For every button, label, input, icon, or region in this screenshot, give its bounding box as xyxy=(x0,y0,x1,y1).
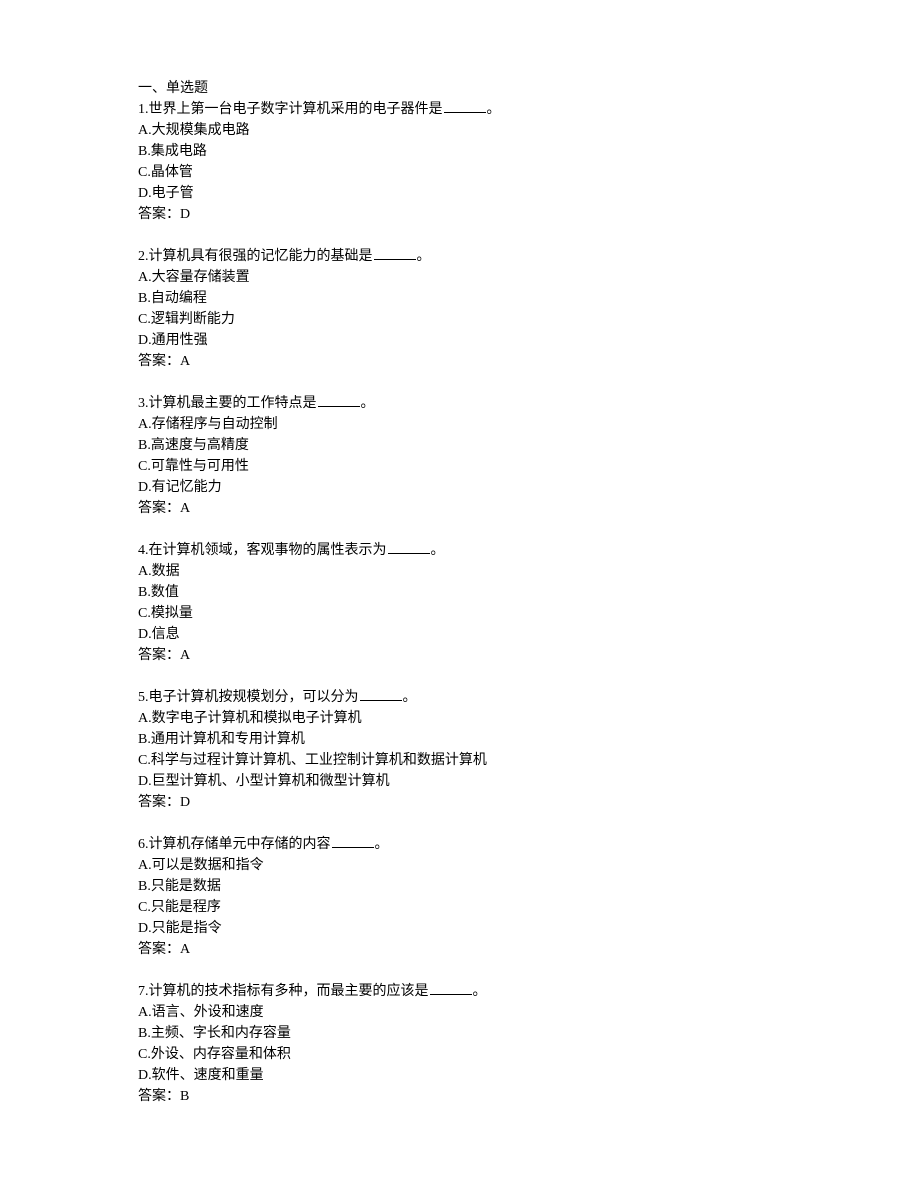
option: C.模拟量 xyxy=(138,603,920,624)
answer-label: 答案： xyxy=(138,1089,180,1104)
option: A.可以是数据和指令 xyxy=(138,855,920,876)
option: B.只能是数据 xyxy=(138,876,920,897)
stem-text-after: 。 xyxy=(487,102,501,117)
answer-value: D xyxy=(180,795,190,810)
fill-blank xyxy=(332,834,374,848)
question-number: 3. xyxy=(138,396,149,411)
question-block: 5.电子计算机按规模划分，可以分为 。 A.数字电子计算机和模拟电子计算机B.通用计… xyxy=(138,687,920,813)
question-block: 6.计算机存储单元中存储的内容 。 A.可以是数据和指令B.只能是数据C.只能是程序… xyxy=(138,834,920,960)
answer-label: 答案： xyxy=(138,942,180,957)
stem-text-before: 在计算机领域，客观事物的属性表示为 xyxy=(149,543,387,558)
option: D.电子管 xyxy=(138,183,920,204)
question-stem: 6.计算机存储单元中存储的内容 。 xyxy=(138,834,920,855)
answer-label: 答案： xyxy=(138,501,180,516)
fill-blank xyxy=(374,246,416,260)
option: A.数字电子计算机和模拟电子计算机 xyxy=(138,708,920,729)
fill-blank xyxy=(318,393,360,407)
answer-value: A xyxy=(180,354,190,369)
option: D.有记忆能力 xyxy=(138,477,920,498)
stem-text-after: 。 xyxy=(361,396,375,411)
fill-blank xyxy=(388,540,430,554)
option: C.晶体管 xyxy=(138,162,920,183)
answer-label: 答案： xyxy=(138,648,180,663)
answer-line: 答案：A xyxy=(138,351,920,372)
stem-text-after: 。 xyxy=(375,837,389,852)
question-number: 5. xyxy=(138,690,149,705)
section-title: 一、单选题 xyxy=(138,78,920,99)
option: B.自动编程 xyxy=(138,288,920,309)
option: C.外设、内存容量和体积 xyxy=(138,1044,920,1065)
question-stem: 4.在计算机领域，客观事物的属性表示为 。 xyxy=(138,540,920,561)
option: C.科学与过程计算计算机、工业控制计算机和数据计算机 xyxy=(138,750,920,771)
answer-line: 答案：A xyxy=(138,645,920,666)
option: A.存储程序与自动控制 xyxy=(138,414,920,435)
document-page: 一、单选题 1.世界上第一台电子数字计算机采用的电子器件是。A.大规模集成电路B… xyxy=(0,0,920,1191)
answer-value: A xyxy=(180,501,190,516)
question-stem: 3.计算机最主要的工作特点是 。 xyxy=(138,393,920,414)
answer-line: 答案：A xyxy=(138,939,920,960)
option: D.通用性强 xyxy=(138,330,920,351)
stem-text-after: 。 xyxy=(417,249,431,264)
option: A.大规模集成电路 xyxy=(138,120,920,141)
option: C.只能是程序 xyxy=(138,897,920,918)
option: B.集成电路 xyxy=(138,141,920,162)
answer-label: 答案： xyxy=(138,795,180,810)
answer-line: 答案：A xyxy=(138,498,920,519)
option: C.逻辑判断能力 xyxy=(138,309,920,330)
stem-text-before: 世界上第一台电子数字计算机采用的电子器件是 xyxy=(149,102,443,117)
stem-text-before: 计算机的技术指标有多种，而最主要的应该是 xyxy=(149,984,429,999)
stem-text-before: 计算机最主要的工作特点是 xyxy=(149,396,317,411)
answer-label: 答案： xyxy=(138,207,180,222)
option: D.信息 xyxy=(138,624,920,645)
fill-blank xyxy=(444,99,486,113)
question-number: 7. xyxy=(138,984,149,999)
option: B.高速度与高精度 xyxy=(138,435,920,456)
option: A.数据 xyxy=(138,561,920,582)
answer-label: 答案： xyxy=(138,354,180,369)
answer-value: A xyxy=(180,648,190,663)
question-stem: 7.计算机的技术指标有多种，而最主要的应该是 。 xyxy=(138,981,920,1002)
stem-text-after: 。 xyxy=(403,690,417,705)
answer-line: 答案：D xyxy=(138,204,920,225)
answer-line: 答案：B xyxy=(138,1086,920,1107)
stem-text-before: 电子计算机按规模划分，可以分为 xyxy=(149,690,359,705)
option: B.主频、字长和内存容量 xyxy=(138,1023,920,1044)
answer-value: B xyxy=(180,1089,189,1104)
stem-text-after: 。 xyxy=(473,984,487,999)
question-stem: 5.电子计算机按规模划分，可以分为 。 xyxy=(138,687,920,708)
stem-text-before: 计算机存储单元中存储的内容 xyxy=(149,837,331,852)
option: D.巨型计算机、小型计算机和微型计算机 xyxy=(138,771,920,792)
question-stem: 2.计算机具有很强的记忆能力的基础是 。 xyxy=(138,246,920,267)
option: B.通用计算机和专用计算机 xyxy=(138,729,920,750)
question-block: 4.在计算机领域，客观事物的属性表示为。A.数据B.数值C.模拟量D.信息答案：… xyxy=(138,540,920,666)
option: B.数值 xyxy=(138,582,920,603)
question-number: 1. xyxy=(138,102,149,117)
question-block: 3.计算机最主要的工作特点是 。 A.存储程序与自动控制B.高速度与高精度C.可靠性… xyxy=(138,393,920,519)
question-number: 4. xyxy=(138,543,149,558)
question-block: 2.计算机具有很强的记忆能力的基础是 。 A.大容量存储装置B.自动编程C.逻辑判断… xyxy=(138,246,920,372)
stem-text-before: 计算机具有很强的记忆能力的基础是 xyxy=(149,249,373,264)
option: A.大容量存储装置 xyxy=(138,267,920,288)
question-block: 1.世界上第一台电子数字计算机采用的电子器件是 。 A.大规模集成电路B.集成电路C… xyxy=(138,99,920,225)
fill-blank xyxy=(360,687,402,701)
option: D.软件、速度和重量 xyxy=(138,1065,920,1086)
question-stem: 1.世界上第一台电子数字计算机采用的电子器件是 。 xyxy=(138,99,920,120)
questions-container: 1.世界上第一台电子数字计算机采用的电子器件是。A.大规模集成电路B.集成电路C… xyxy=(138,99,920,1107)
fill-blank xyxy=(430,981,472,995)
question-number: 2. xyxy=(138,249,149,264)
question-number: 6. xyxy=(138,837,149,852)
question-block: 7.计算机的技术指标有多种，而最主要的应该是 。 A.语言、外设和速度B.主频、字长… xyxy=(138,981,920,1107)
answer-value: A xyxy=(180,942,190,957)
option: D.只能是指令 xyxy=(138,918,920,939)
answer-value: D xyxy=(180,207,190,222)
stem-text-after: 。 xyxy=(431,543,445,558)
answer-line: 答案：D xyxy=(138,792,920,813)
option: A.语言、外设和速度 xyxy=(138,1002,920,1023)
option: C.可靠性与可用性 xyxy=(138,456,920,477)
